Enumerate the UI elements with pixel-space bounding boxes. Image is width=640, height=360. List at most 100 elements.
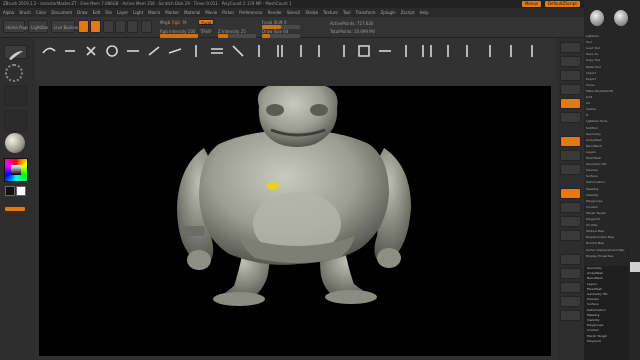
brush-layer[interactable] (209, 43, 225, 59)
tray-row-polygroups[interactable]: Polygroups (586, 199, 636, 203)
spix-button[interactable] (560, 56, 581, 67)
tray-scroll-handle[interactable] (630, 262, 640, 272)
brush-inflat[interactable] (104, 43, 120, 59)
tray-row-geometry-hd[interactable]: Geometry HD (586, 162, 636, 166)
brush-trimdynamic[interactable] (167, 43, 183, 59)
local-button[interactable] (560, 164, 581, 175)
zoom3d-button[interactable] (560, 216, 581, 227)
tray-row-make-polymesh3d[interactable]: Make PolyMesh3D (586, 89, 636, 93)
brush-orb-cracks[interactable] (272, 43, 288, 59)
bpr-button[interactable] (560, 42, 581, 53)
move-mode-button[interactable] (103, 20, 114, 33)
menu-item-render[interactable]: Render (268, 8, 282, 17)
quick-sketch-button[interactable] (4, 45, 27, 60)
menu-item-zplugin[interactable]: Zplugin (381, 8, 396, 17)
rotate-mode-button[interactable] (127, 20, 138, 33)
lightbox-button[interactable]: LightBox (28, 20, 48, 33)
menu-item-material[interactable]: Material (184, 8, 200, 17)
brush-mallet[interactable] (524, 43, 540, 59)
menu-item-alpha[interactable]: Alpha (3, 8, 14, 17)
brush-curvetube[interactable] (419, 43, 435, 59)
tray-row-polypaint[interactable]: Polypaint (586, 217, 636, 221)
tray-row-import[interactable]: Import (586, 71, 636, 75)
actual-button[interactable] (560, 98, 581, 109)
tray-row-surface[interactable]: Surface (586, 174, 636, 178)
menu-item-help[interactable]: Help (420, 8, 429, 17)
floor-button[interactable] (560, 150, 581, 161)
tray-row-visible[interactable]: Visible (586, 107, 636, 111)
brush-orb-crease[interactable] (335, 43, 351, 59)
transp-button[interactable] (560, 268, 581, 279)
tray-row-visibility[interactable]: Visibility (586, 193, 636, 197)
tray-row-normal-map[interactable]: Normal Map (586, 241, 636, 245)
tray-row-clone[interactable]: Clone (586, 83, 636, 87)
rotate-view-button[interactable] (560, 230, 581, 241)
brush-orb-flatten[interactable] (251, 43, 267, 59)
tray-row-r[interactable]: R (586, 113, 636, 117)
brush-morph[interactable] (461, 43, 477, 59)
brush-planar[interactable] (440, 43, 456, 59)
zsub-button[interactable]: Zsub (198, 27, 214, 34)
brush-orb-slash[interactable] (314, 43, 330, 59)
polyf-button[interactable] (560, 254, 581, 265)
menu-item-light[interactable]: Light (133, 8, 143, 17)
tray-row-vector-displacement-map[interactable]: Vector Displacement Map (586, 248, 636, 252)
tray-row-save-as[interactable]: Save As (586, 52, 636, 56)
tray-row-layers[interactable]: Layers (586, 150, 636, 154)
brush-claybuildup[interactable] (41, 43, 57, 59)
menu-item-stroke[interactable]: Stroke (305, 8, 318, 17)
scroll-button[interactable] (560, 70, 581, 81)
tray-row-geometry[interactable]: Geometry (586, 132, 636, 136)
tray-row-texture-map[interactable]: Texture Map (586, 229, 636, 233)
list-item[interactable]: Polypaint (584, 339, 629, 344)
brush-slash3[interactable] (230, 43, 246, 59)
tray-row-tool[interactable]: Tool (586, 40, 636, 44)
brush-damstandard[interactable] (125, 43, 141, 59)
move-view-button[interactable] (560, 202, 581, 213)
scale-mode-button[interactable] (115, 20, 126, 33)
brush-chisel[interactable] (503, 43, 519, 59)
tray-row-contact[interactable]: Contact (586, 205, 636, 209)
menu-item-macro[interactable]: Macro (148, 8, 160, 17)
primary-color-swatch[interactable] (16, 186, 26, 196)
menus-chip[interactable]: Menus (521, 1, 542, 7)
brush-hpolish[interactable] (146, 43, 162, 59)
menu-item-brush[interactable]: Brush (19, 8, 31, 17)
solo-button[interactable] (560, 296, 581, 307)
home-page-button[interactable]: Home Page (3, 20, 29, 33)
tray-row-subtool[interactable]: SubTool (586, 126, 636, 130)
brush-zmodeler[interactable] (356, 43, 372, 59)
switch-color-button[interactable] (5, 207, 25, 211)
material-sphere-icon[interactable] (5, 133, 25, 153)
tray-row-copy-tool[interactable]: Copy Tool (586, 58, 636, 62)
brush-standard[interactable] (62, 43, 78, 59)
material-button[interactable] (141, 20, 152, 33)
menu-item-movie[interactable]: Movie (205, 8, 217, 17)
edit-mode-button[interactable] (78, 20, 89, 33)
tray-row-nanomesh[interactable]: NanoMesh (586, 144, 636, 148)
tray-row-deformation[interactable]: Deformation (586, 180, 636, 184)
menu-item-edit[interactable]: Edit (93, 8, 101, 17)
menu-item-file[interactable]: File (105, 8, 112, 17)
alpha-slot[interactable] (4, 86, 27, 106)
brush-pinch[interactable] (188, 43, 204, 59)
texture-slot[interactable] (4, 110, 27, 132)
menu-item-stencil[interactable]: Stencil (287, 8, 301, 17)
menu-item-marker[interactable]: Marker (165, 8, 179, 17)
menu-item-document[interactable]: Document (51, 8, 72, 17)
persp-button[interactable] (560, 136, 581, 147)
document-canvas[interactable] (39, 81, 551, 356)
rgb-toggle[interactable]: Rgb (172, 20, 180, 25)
default-zscript-chip[interactable]: DefaultZScript (545, 1, 580, 7)
menu-item-layer[interactable]: Layer (117, 8, 128, 17)
menu-item-draw[interactable]: Draw (77, 8, 87, 17)
brush-snakehook[interactable] (398, 43, 414, 59)
tray-row-all[interactable]: All (586, 101, 636, 105)
tool-thumbnail-2-icon[interactable] (614, 10, 628, 26)
tray-row-lightbox-tools[interactable]: Lightbox Tools (586, 119, 636, 123)
m-toggle[interactable]: M (183, 20, 186, 25)
tray-row-lightbox[interactable]: Lightbox (586, 34, 636, 38)
brush-orb-pinch[interactable] (293, 43, 309, 59)
zadd-button[interactable]: Zadd (198, 19, 214, 26)
tray-row-arraymesh[interactable]: ArrayMesh (586, 138, 636, 142)
